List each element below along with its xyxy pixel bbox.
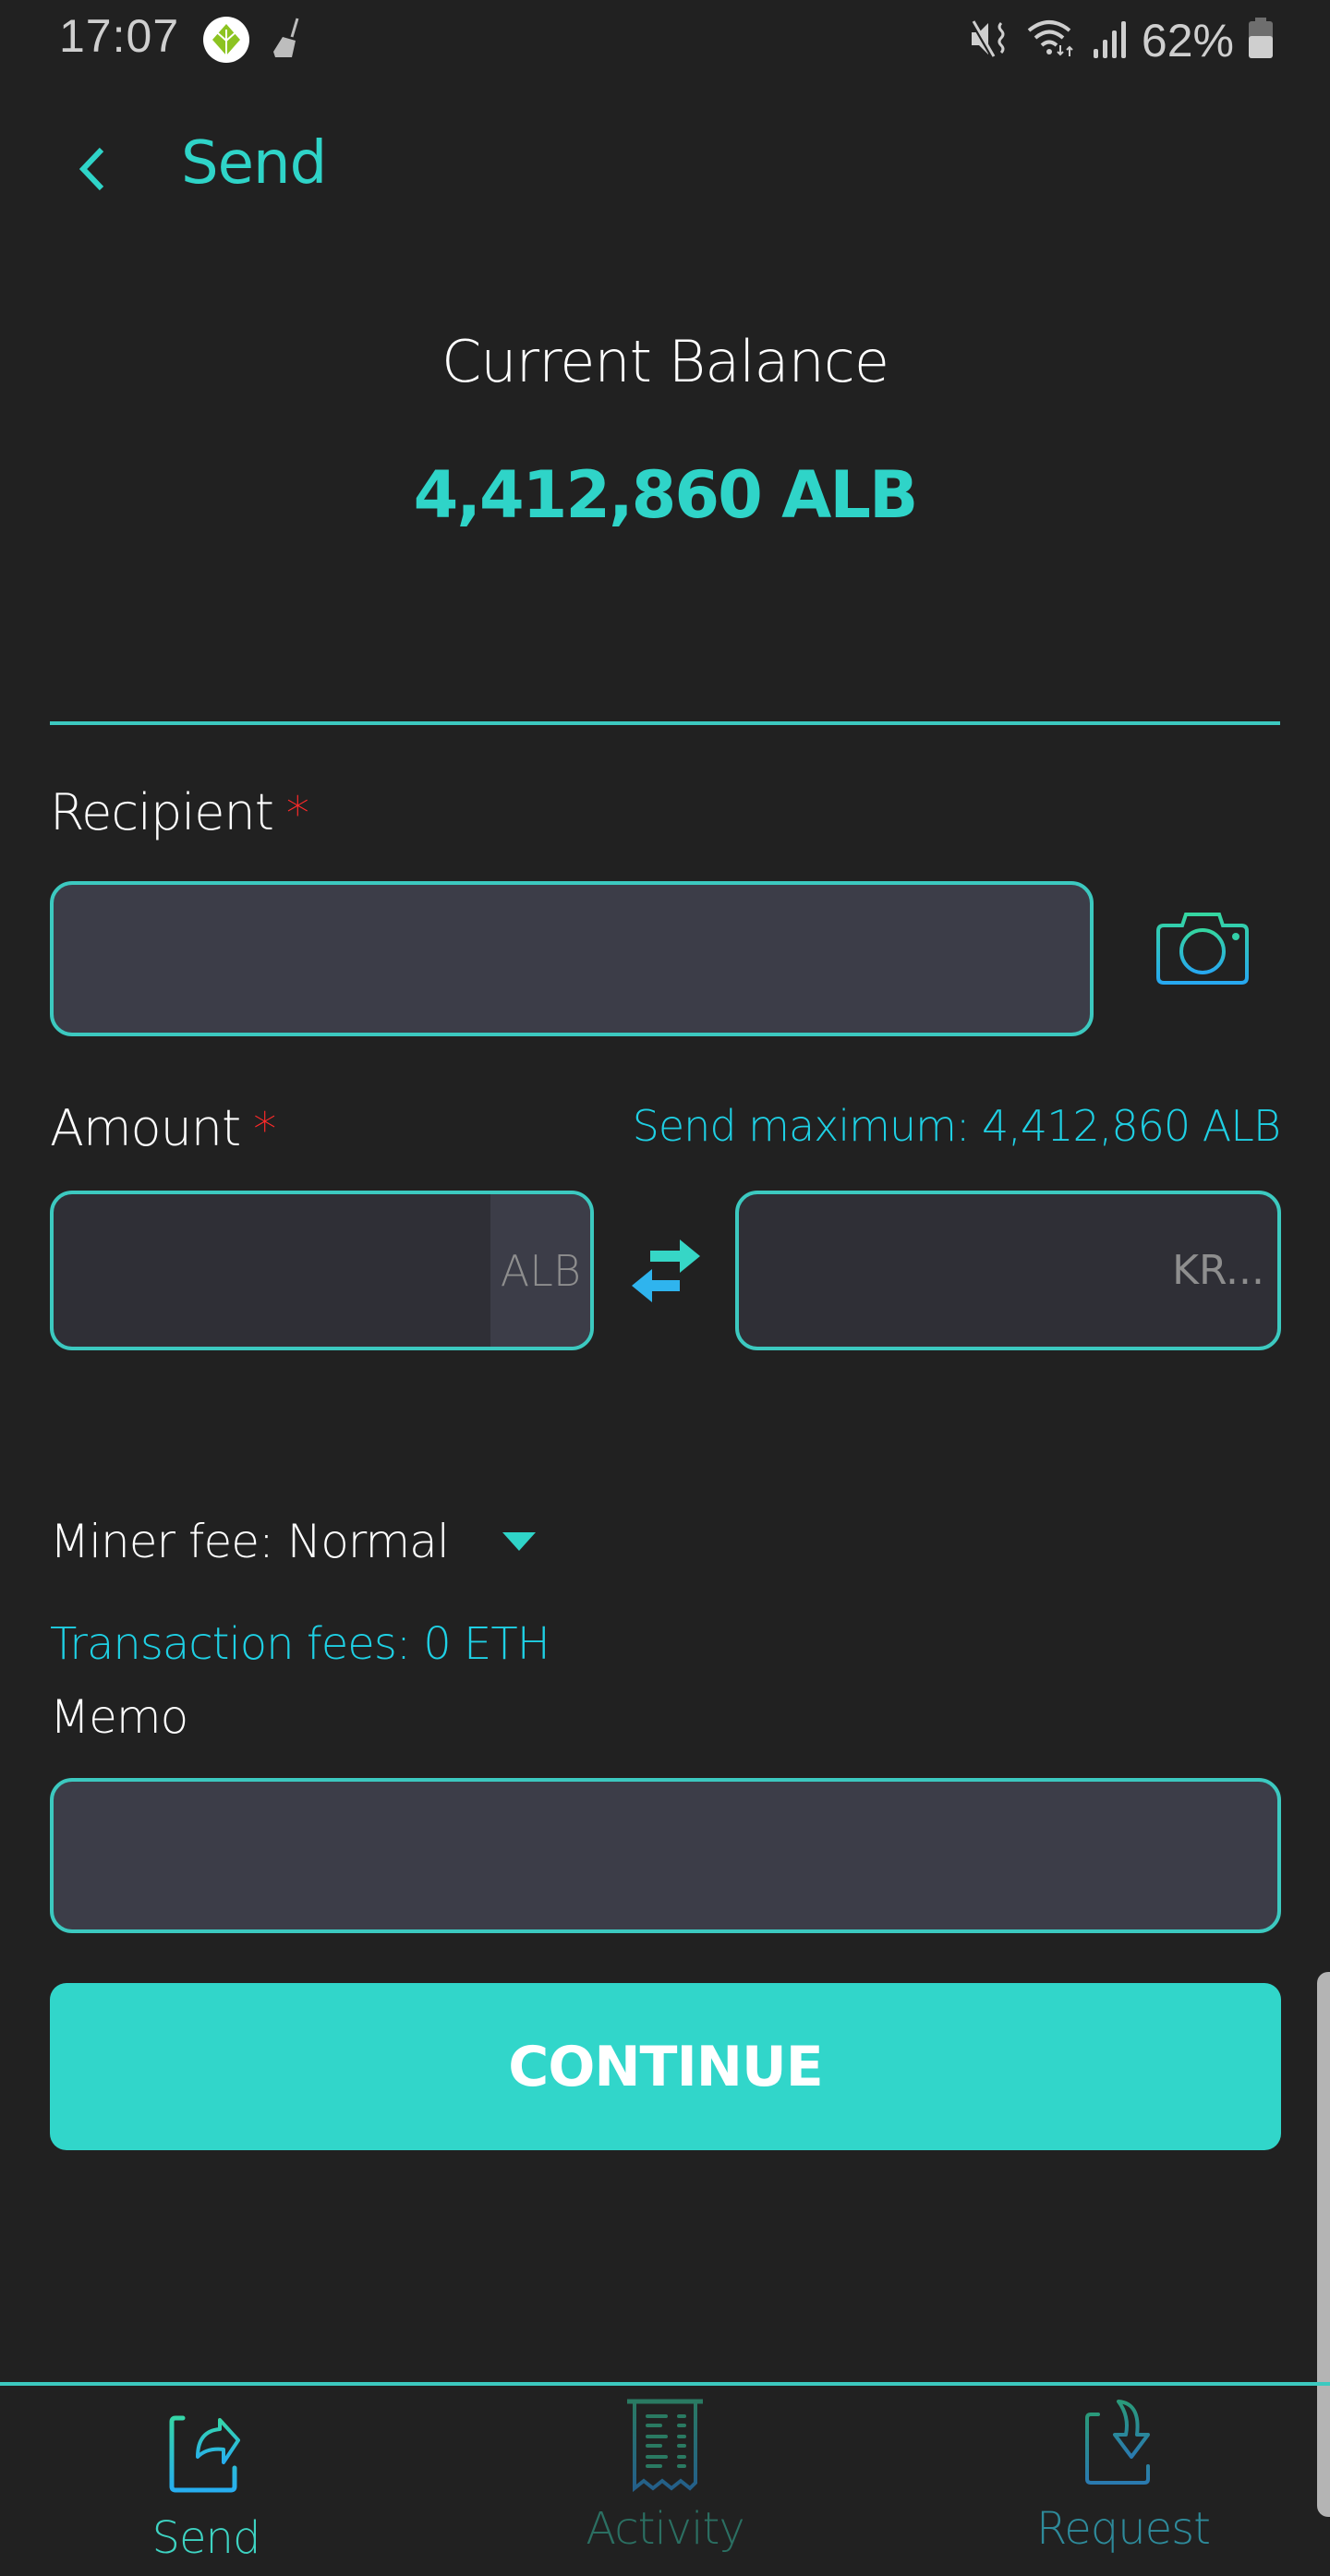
recipient-input-box[interactable]	[50, 881, 1094, 1036]
divider	[50, 721, 1280, 725]
chevron-left-icon	[76, 146, 107, 196]
crypto-amount-box[interactable]: ALB	[50, 1191, 594, 1350]
crypto-currency-suffix: ALB	[490, 1194, 590, 1347]
scan-qr-button[interactable]	[1155, 909, 1251, 988]
memo-input-box[interactable]	[50, 1778, 1281, 1933]
scrollbar[interactable]	[1317, 1972, 1330, 2517]
memo-input[interactable]	[54, 1782, 1277, 1929]
amount-label-text: Amount	[50, 1099, 241, 1157]
fiat-amount-box[interactable]	[735, 1191, 1281, 1350]
camera-icon	[1155, 913, 1251, 992]
wifi-icon	[1025, 18, 1079, 64]
miner-fee-dropdown[interactable]: Miner fee: Normal	[50, 1515, 536, 1568]
battery-percent: 62%	[1141, 15, 1234, 67]
back-button[interactable]	[59, 129, 124, 212]
recipient-label: Recipient *	[50, 783, 309, 841]
nav-label-request: Request	[1036, 2503, 1211, 2555]
transaction-fees: Transaction fees: 0 ETH	[50, 1618, 550, 1670]
send-share-icon	[155, 2398, 257, 2499]
recipient-input[interactable]	[54, 885, 1090, 1033]
page-title: Send	[181, 129, 327, 198]
crypto-amount-input[interactable]	[54, 1194, 490, 1347]
miner-fee-label: Miner fee: Normal	[50, 1515, 450, 1568]
signal-icon	[1092, 18, 1129, 64]
required-mark: *	[253, 1103, 276, 1156]
nav-divider	[0, 2382, 1330, 2386]
fiat-amount-input[interactable]	[739, 1194, 1277, 1347]
receipt-icon	[614, 2398, 716, 2499]
nav-item-activity[interactable]: Activity	[526, 2398, 804, 2576]
required-mark: *	[285, 787, 309, 841]
send-maximum-link[interactable]: Send maximum: 4,412,860 ALB	[633, 1101, 1281, 1151]
balance-value: 4,412,860 ALB	[413, 457, 919, 533]
nav-label-send: Send	[151, 2512, 261, 2564]
swap-currency-button[interactable]	[624, 1238, 707, 1308]
request-download-icon	[1072, 2398, 1174, 2499]
recipient-label-text: Recipient	[50, 783, 274, 841]
swap-arrows-icon	[624, 1240, 707, 1312]
app-leaf-icon	[203, 17, 249, 63]
nav-label-activity: Activity	[586, 2503, 745, 2555]
memo-label: Memo	[50, 1690, 188, 1744]
broom-clean-icon	[268, 17, 305, 61]
battery-icon	[1247, 18, 1275, 64]
nav-item-request[interactable]: Request	[985, 2398, 1262, 2576]
mute-vibrate-icon	[970, 18, 1012, 64]
status-time: 17:07	[59, 10, 180, 62]
balance-label: Current Balance	[441, 328, 889, 395]
continue-button[interactable]: CONTINUE	[50, 1983, 1281, 2150]
caret-down-icon	[502, 1532, 536, 1551]
amount-label: Amount *	[50, 1099, 276, 1157]
status-right-icons: 62%	[970, 13, 1275, 68]
nav-item-send[interactable]: Send	[67, 2398, 345, 2576]
